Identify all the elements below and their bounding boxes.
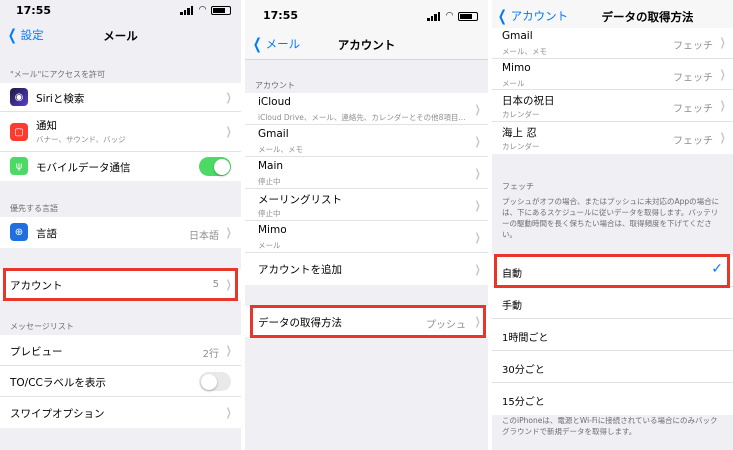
chevron-right-icon: ❯ xyxy=(474,135,481,148)
fetch-account-row-holidays[interactable]: 日本の祝日 カレンダー フェッチ ❯ xyxy=(492,90,733,122)
chevron-right-icon: ❯ xyxy=(474,199,481,212)
signal-icon xyxy=(427,11,441,21)
account-row-gmail[interactable]: Gmail メール、メモ ❯ xyxy=(245,125,488,157)
section-header-access: "メール"にアクセスを許可 xyxy=(10,70,105,79)
fetch-option-30min[interactable]: 30分ごと xyxy=(492,351,733,383)
status-time: 17:55 xyxy=(16,4,52,17)
nav-title: メール xyxy=(103,29,138,43)
status-bar: 17:55 ◠ xyxy=(0,0,241,22)
account-fetch-list: Gmail メール、メモ フェッチ ❯ Mimo メール フェッチ ❯ 日本の祝… xyxy=(492,28,733,154)
chevron-right-icon: ❯ xyxy=(719,131,726,144)
nav-bar: ❮ メール アカウント xyxy=(245,22,488,60)
section-header-language: 優先する言語 xyxy=(10,204,58,213)
battery-icon xyxy=(458,11,478,21)
fetch-option-hourly[interactable]: 1時間ごと xyxy=(492,319,733,351)
cellular-data-toggle[interactable] xyxy=(199,157,231,176)
chevron-right-icon: ❯ xyxy=(225,91,232,104)
chevron-right-icon: ❯ xyxy=(225,344,232,357)
access-group: ◉ Siriと検索 ❯ ▢ 通知 バナー、サウンド、バッジ ❯ ψ モバイルデー… xyxy=(0,83,241,181)
section-header-fetch: フェッチ xyxy=(502,182,534,191)
chevron-right-icon: ❯ xyxy=(719,68,726,81)
wifi-icon: ◠ xyxy=(199,5,206,15)
battery-icon xyxy=(211,5,231,15)
preview-row[interactable]: プレビュー 2行 ❯ xyxy=(0,335,241,366)
add-account-row[interactable]: アカウントを追加 ❯ xyxy=(245,253,488,285)
language-row[interactable]: ⊕ 言語 日本語 ❯ xyxy=(0,217,241,248)
to-cc-label-row: TO/CCラベルを表示 xyxy=(0,366,241,397)
account-row-icloud[interactable]: iCloud iCloud Drive、メール、連絡先、カレンダーとその他8項目… xyxy=(245,93,488,125)
swipe-options-row[interactable]: スワイプオプション ❯ xyxy=(0,397,241,428)
fetch-account-row-gmail[interactable]: Gmail メール、メモ フェッチ ❯ xyxy=(492,28,733,59)
nav-title: アカウント xyxy=(337,38,396,52)
chevron-right-icon: ❯ xyxy=(719,99,726,112)
chevron-right-icon: ❯ xyxy=(474,263,481,276)
fetch-account-row-calendar[interactable]: 海上 忍 カレンダー フェッチ ❯ xyxy=(492,122,733,154)
back-button[interactable]: ❮ アカウント xyxy=(496,8,568,24)
signal-icon xyxy=(180,5,194,15)
fetch-account-row-mimo[interactable]: Mimo メール フェッチ ❯ xyxy=(492,59,733,90)
highlight-accounts xyxy=(3,268,238,301)
fetch-description: プッシュがオフの場合、またはプッシュに未対応のAppの場合には、下にあるスケジュ… xyxy=(502,197,720,239)
nav-bar: ❮ アカウント データの取得方法 xyxy=(492,0,733,28)
language-group: ⊕ 言語 日本語 ❯ xyxy=(0,217,241,248)
message-list-group: プレビュー 2行 ❯ TO/CCラベルを表示 スワイプオプション ❯ xyxy=(0,335,241,428)
fetch-option-15min[interactable]: 15分ごと xyxy=(492,383,733,415)
fetch-option-manual[interactable]: 手動 xyxy=(492,287,733,319)
highlight-auto-option xyxy=(494,254,730,288)
siri-icon: ◉ xyxy=(10,88,28,106)
account-row-mimo[interactable]: Mimo メール ❯ xyxy=(245,221,488,253)
chevron-right-icon: ❯ xyxy=(225,125,232,138)
chevron-left-icon: ❮ xyxy=(497,6,507,25)
nav-bar: ❮ 設定 メール xyxy=(0,22,241,48)
chevron-right-icon: ❯ xyxy=(225,226,232,239)
chevron-right-icon: ❯ xyxy=(474,167,481,180)
notifications-row[interactable]: ▢ 通知 バナー、サウンド、バッジ ❯ xyxy=(0,112,241,152)
wifi-icon: ◠ xyxy=(446,11,453,21)
chevron-right-icon: ❯ xyxy=(474,103,481,116)
accounts-list: iCloud iCloud Drive、メール、連絡先、カレンダーとその他8項目… xyxy=(245,93,488,285)
status-bar: 17:55 ◠ xyxy=(245,0,488,22)
section-header-message-list: メッセージリスト xyxy=(10,322,74,331)
fetch-new-data-panel: ❮ アカウント データの取得方法 Gmail メール、メモ フェッチ ❯ Mim… xyxy=(492,0,733,450)
siri-search-row[interactable]: ◉ Siriと検索 ❯ xyxy=(0,83,241,112)
account-row-main[interactable]: Main 停止中 ❯ xyxy=(245,157,488,189)
account-row-mailing-list[interactable]: メーリングリスト 停止中 ❯ xyxy=(245,189,488,221)
nav-title: データの取得方法 xyxy=(601,10,694,24)
notification-icon: ▢ xyxy=(10,123,28,141)
accounts-panel: 17:55 ◠ ❮ メール アカウント アカウント iCloud iCloud … xyxy=(245,0,488,450)
chevron-right-icon: ❯ xyxy=(719,36,726,49)
globe-icon: ⊕ xyxy=(10,223,28,241)
fetch-footer-note: このiPhoneは、電源とWi-Fiに接続されている場合にのみバックグラウンドで… xyxy=(502,416,718,436)
status-time: 17:55 xyxy=(263,9,299,22)
mail-settings-panel: 17:55 ◠ ❮ 設定 メール "メール"にアクセスを許可 ◉ Siriと検索… xyxy=(0,0,241,450)
chevron-right-icon: ❯ xyxy=(474,231,481,244)
cellular-antenna-icon: ψ xyxy=(10,157,28,175)
highlight-fetch-new-data xyxy=(250,305,486,338)
cellular-data-row: ψ モバイルデータ通信 xyxy=(0,152,241,181)
section-header-accounts: アカウント xyxy=(255,81,295,90)
to-cc-label-toggle[interactable] xyxy=(199,372,231,391)
chevron-right-icon: ❯ xyxy=(225,406,232,419)
